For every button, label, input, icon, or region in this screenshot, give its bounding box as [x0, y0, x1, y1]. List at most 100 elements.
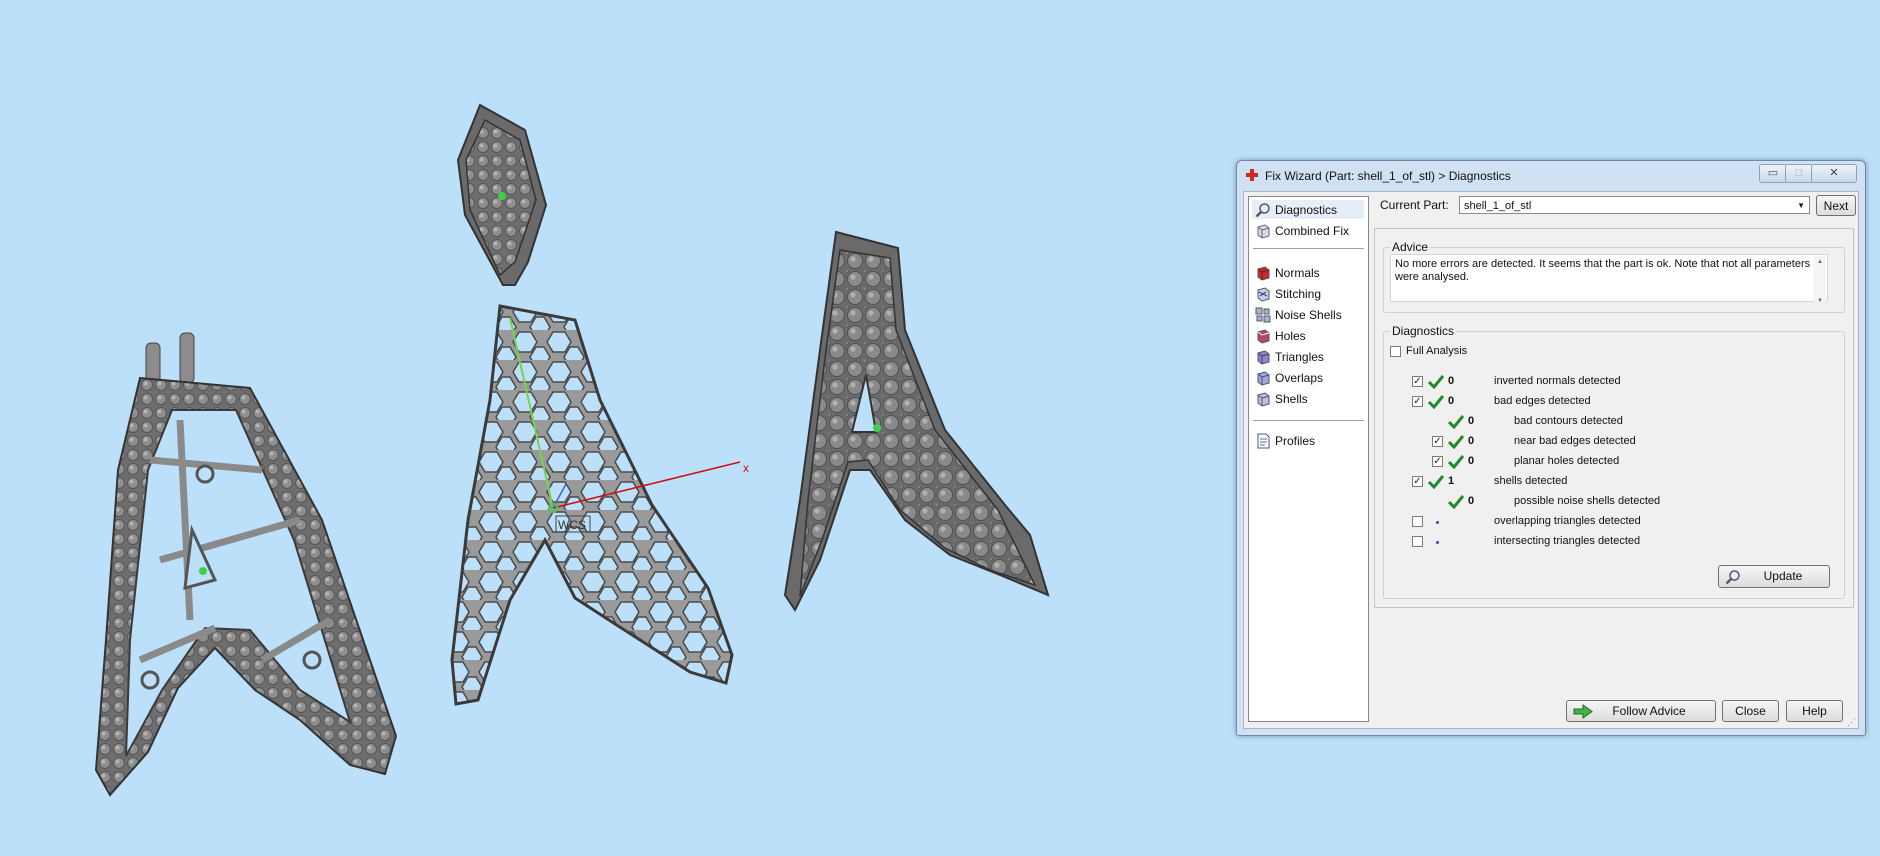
- sidebar-item-label: Stitching: [1275, 286, 1322, 301]
- document-icon: [1257, 433, 1270, 448]
- next-button[interactable]: Next: [1816, 195, 1856, 216]
- shells-icon: [1257, 391, 1270, 407]
- planar-holes-checkbox[interactable]: ✓: [1432, 456, 1443, 467]
- minimize-button[interactable]: ▭: [1759, 164, 1787, 183]
- sidebar-item-profiles[interactable]: Profiles: [1252, 431, 1364, 450]
- inverted-normals-checkbox[interactable]: ✓: [1412, 376, 1423, 387]
- update-button[interactable]: Update: [1718, 565, 1830, 588]
- check-icon: [1448, 495, 1464, 509]
- shells-count: 1: [1448, 475, 1455, 487]
- x-axis-label: x: [743, 461, 749, 475]
- noise-shells-count: 0: [1468, 495, 1475, 507]
- overlapping-triangles-label: overlapping triangles detected: [1494, 515, 1641, 527]
- sidebar-item-label: Diagnostics: [1275, 202, 1338, 217]
- near-bad-edges-label: near bad edges detected: [1514, 435, 1636, 447]
- close-window-button[interactable]: ✕: [1811, 164, 1857, 183]
- bad-edges-count: 0: [1448, 395, 1455, 407]
- advice-scrollbar[interactable]: ▲ ▼: [1814, 256, 1826, 304]
- check-icon: [1448, 455, 1464, 469]
- sidebar-item-label: Holes: [1275, 328, 1306, 343]
- bad-edges-checkbox[interactable]: ✓: [1412, 396, 1423, 407]
- sidebar-item-label: Triangles: [1275, 349, 1324, 364]
- sidebar-item-overlaps[interactable]: Overlaps: [1252, 368, 1364, 387]
- triangles-icon: [1257, 349, 1270, 365]
- sidebar-item-label: Profiles: [1275, 433, 1316, 448]
- sidebar-item-label: Combined Fix: [1275, 223, 1350, 238]
- advice-message: No more errors are detected. It seems th…: [1395, 258, 1811, 283]
- wcs-label: WCS: [558, 518, 586, 532]
- cube-icon: [1257, 223, 1270, 239]
- sidebar-item-triangles[interactable]: Triangles: [1252, 347, 1364, 366]
- sidebar-separator: [1253, 248, 1364, 249]
- sidebar-item-label: Shells: [1275, 391, 1308, 406]
- normals-icon: [1257, 265, 1270, 281]
- model-pendant-top[interactable]: [456, 103, 548, 286]
- resize-grip-icon[interactable]: ⋰: [1847, 717, 1857, 727]
- check-icon: [1448, 435, 1464, 449]
- diagnostics-panel: Advice No more errors are detected. It s…: [1374, 228, 1854, 608]
- check-icon: [1428, 475, 1444, 489]
- noise-shells-label: possible noise shells detected: [1514, 495, 1661, 507]
- near-bad-edges-count: 0: [1468, 435, 1475, 447]
- sidebar-item-combined-fix[interactable]: Combined Fix: [1252, 221, 1364, 240]
- dialog-client: Diagnostics Combined Fix Normals Stitchi…: [1243, 191, 1859, 729]
- current-part-value: shell_1_of_stl: [1464, 200, 1532, 212]
- bad-edges-label: bad edges detected: [1494, 395, 1591, 407]
- check-icon: [1428, 375, 1444, 389]
- sidebar-item-noise-shells[interactable]: Noise Shells: [1252, 305, 1364, 324]
- current-part-label: Current Part:: [1380, 198, 1449, 212]
- overlapping-triangles-checkbox[interactable]: [1412, 516, 1423, 527]
- fix-wizard-dialog: Fix Wizard (Part: shell_1_of_stl) > Diag…: [1236, 160, 1866, 736]
- inverted-normals-label: inverted normals detected: [1494, 375, 1621, 387]
- bad-contours-count: 0: [1468, 415, 1475, 427]
- window-title: Fix Wizard (Part: shell_1_of_stl) > Diag…: [1265, 169, 1511, 183]
- follow-advice-button[interactable]: Follow Advice: [1566, 700, 1716, 722]
- sidebar-item-normals[interactable]: Normals: [1252, 263, 1364, 282]
- planar-holes-label: planar holes detected: [1514, 455, 1620, 467]
- title-bar[interactable]: Fix Wizard (Part: shell_1_of_stl) > Diag…: [1237, 161, 1865, 189]
- check-icon: [1448, 415, 1464, 429]
- sidebar-item-holes[interactable]: Holes: [1252, 326, 1364, 345]
- overlaps-icon: [1257, 370, 1270, 386]
- sidebar-item-label: Overlaps: [1275, 370, 1324, 385]
- holes-icon: [1257, 328, 1270, 344]
- sidebar-item-shells[interactable]: Shells: [1252, 389, 1364, 408]
- advice-text: No more errors are detected. It seems th…: [1390, 254, 1828, 304]
- follow-advice-label: Follow Advice: [1612, 704, 1686, 718]
- help-button[interactable]: Help: [1786, 700, 1843, 722]
- pending-dot-icon: [1436, 521, 1439, 524]
- sidebar-item-stitching[interactable]: Stitching: [1252, 284, 1364, 303]
- full-analysis-checkbox[interactable]: [1390, 346, 1401, 357]
- sidebar-item-diagnostics[interactable]: Diagnostics: [1252, 200, 1364, 219]
- close-button[interactable]: Close: [1722, 700, 1779, 722]
- shells-checkbox[interactable]: ✓: [1412, 476, 1423, 487]
- intersecting-triangles-checkbox[interactable]: [1412, 536, 1423, 547]
- model-a-solid[interactable]: [783, 230, 1050, 612]
- sidebar-item-label: Noise Shells: [1275, 307, 1342, 322]
- update-label: Update: [1763, 569, 1803, 583]
- check-icon: [1428, 395, 1444, 409]
- red-cross-icon: [1246, 169, 1258, 181]
- noise-shells-icon: [1255, 307, 1271, 322]
- pending-dot-icon: [1436, 541, 1439, 544]
- full-analysis-label: Full Analysis: [1406, 345, 1468, 357]
- magnifier-icon: [1255, 202, 1270, 217]
- advice-title: Advice: [1390, 240, 1431, 254]
- current-part-select[interactable]: shell_1_of_stl ▼: [1459, 196, 1810, 214]
- planar-holes-count: 0: [1468, 455, 1475, 467]
- chevron-down-icon: ▼: [1797, 201, 1805, 210]
- stitching-icon: [1257, 286, 1270, 302]
- near-bad-edges-checkbox[interactable]: ✓: [1432, 436, 1443, 447]
- intersecting-triangles-label: intersecting triangles detected: [1494, 535, 1641, 547]
- shells-label: shells detected: [1494, 475, 1568, 487]
- advice-group: Advice No more errors are detected. It s…: [1383, 240, 1845, 313]
- bad-contours-label: bad contours detected: [1514, 415, 1623, 427]
- diagnostics-title: Diagnostics: [1390, 324, 1457, 338]
- magnifier-icon: [1725, 570, 1740, 585]
- inverted-normals-count: 0: [1448, 375, 1455, 387]
- sidebar-nav: Diagnostics Combined Fix Normals Stitchi…: [1248, 196, 1369, 722]
- model-a-frame[interactable]: [94, 332, 398, 797]
- model-a-honeycomb[interactable]: [450, 304, 734, 706]
- diagnostics-group: Diagnostics Full Analysis ✓ 0 inverted n…: [1383, 324, 1845, 599]
- maximize-button[interactable]: □: [1785, 164, 1813, 183]
